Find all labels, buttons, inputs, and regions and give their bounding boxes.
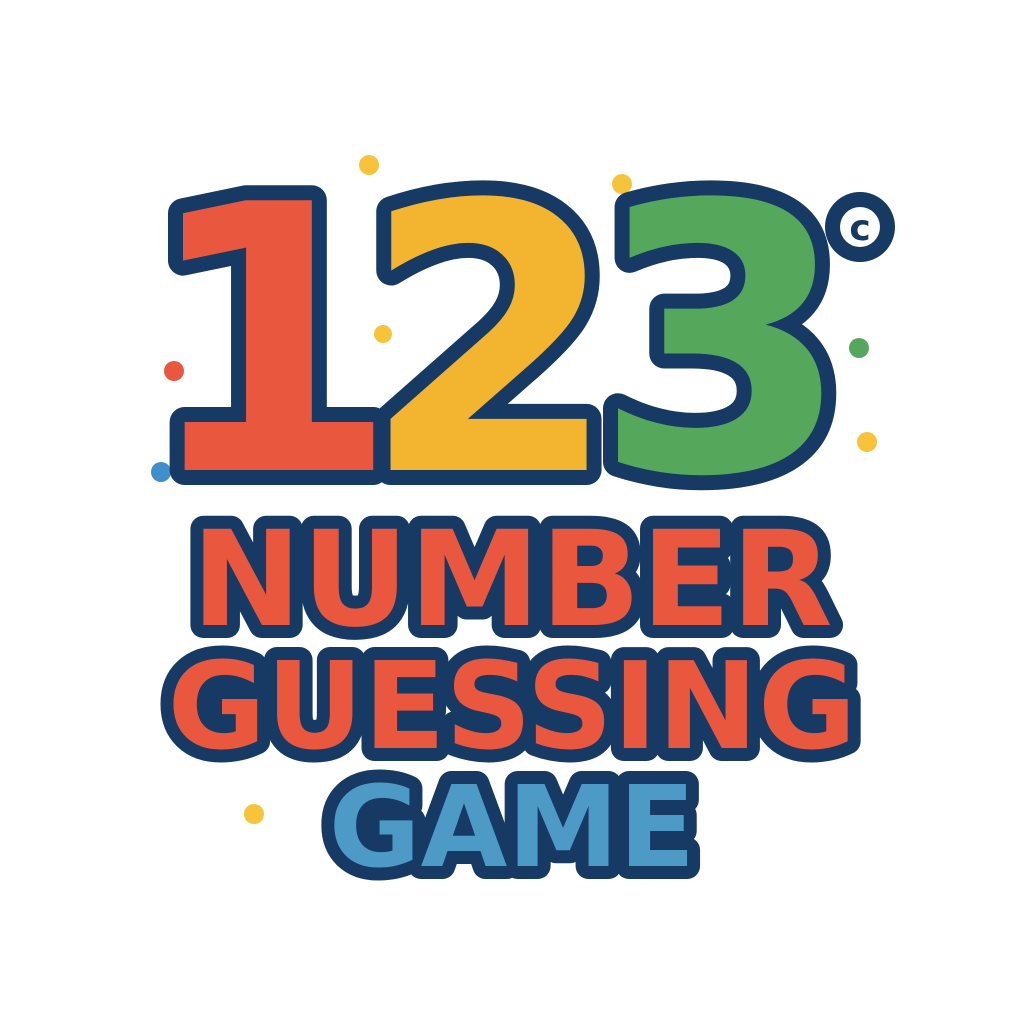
degree-badge-letter: c xyxy=(849,208,870,249)
title-line-game: GAME xyxy=(329,763,696,893)
confetti-dot xyxy=(244,804,264,824)
game-logo: 1 2 3 c NUMBER GUESSING GAME xyxy=(126,113,895,906)
title-line-guessing: GUESSING xyxy=(168,638,857,777)
confetti-dot xyxy=(849,338,869,358)
title-line-number: NUMBER xyxy=(191,503,832,657)
digit-3-outline: 3 xyxy=(593,128,850,558)
confetti-dot xyxy=(857,432,877,452)
digits-group: 1 2 3 xyxy=(126,113,865,573)
degree-badge: c xyxy=(825,192,895,262)
digit-1-outline: 1 xyxy=(141,128,398,558)
digit-2-outline: 2 xyxy=(361,128,618,558)
